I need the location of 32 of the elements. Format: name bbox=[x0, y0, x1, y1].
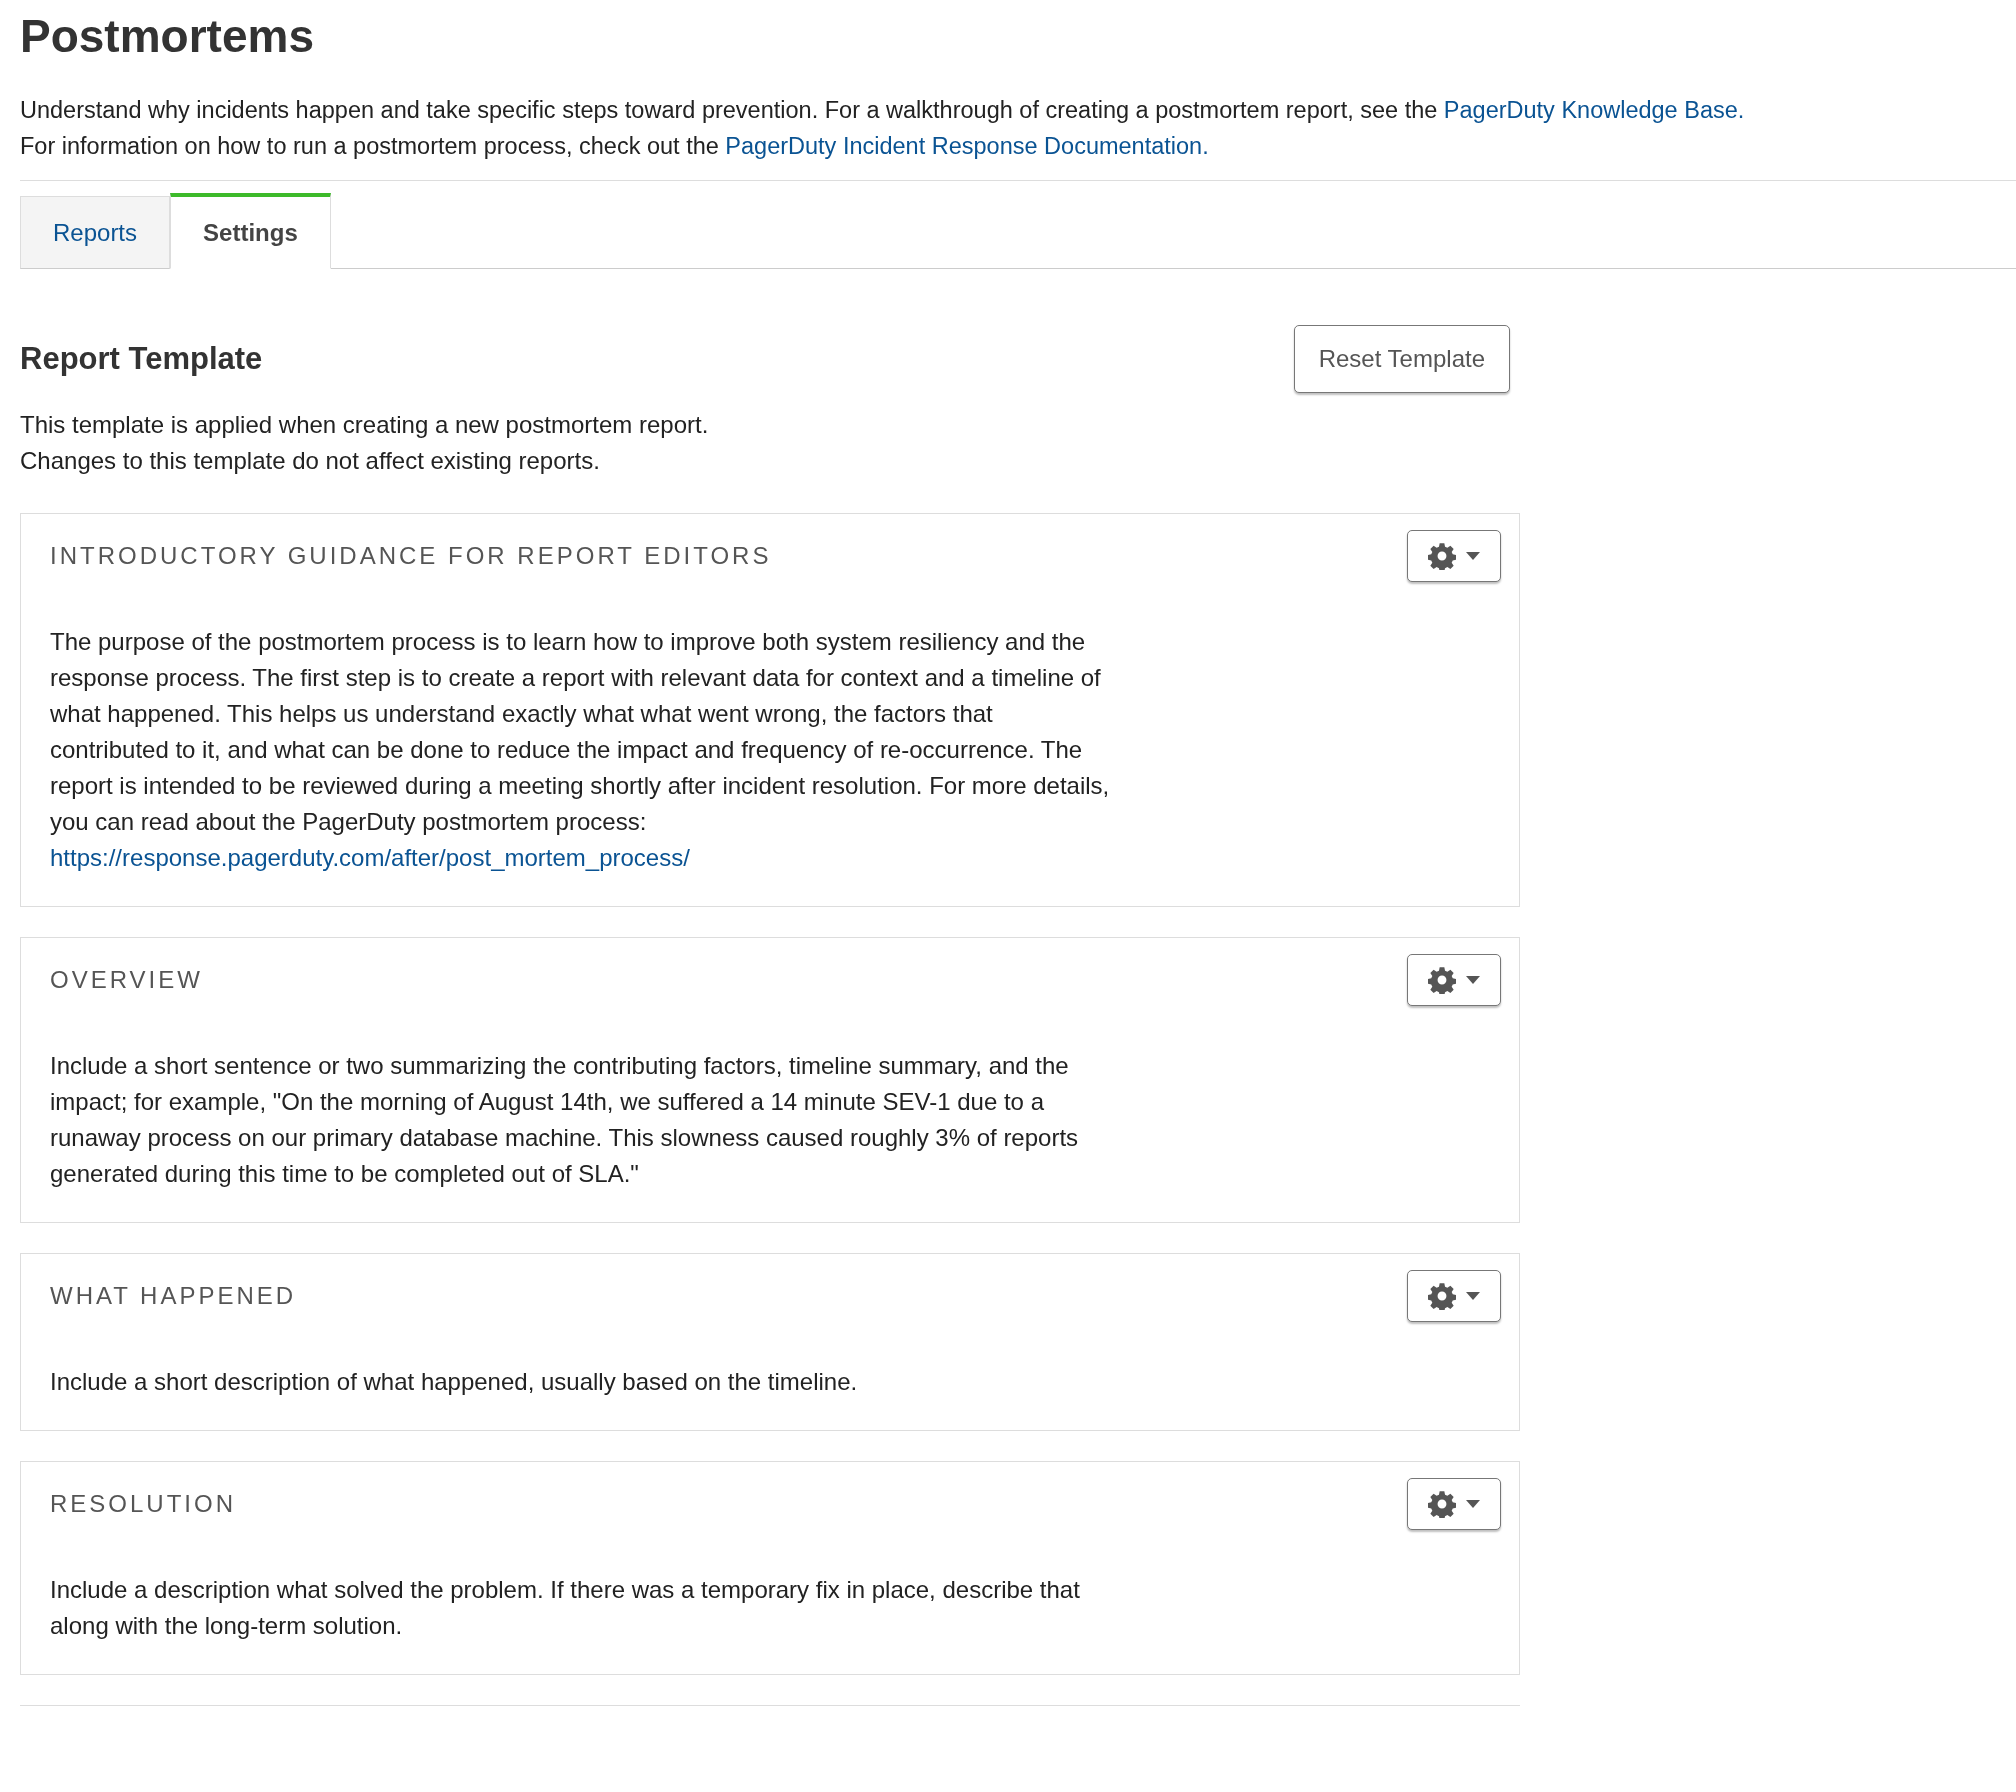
intro-text: For information on how to run a postmortem process, check out the PagerDuty Incident Response Documentation. bbox=[20, 132, 1210, 161]
settings-dropdown-button[interactable] bbox=[1407, 1478, 1501, 1530]
settings-dropdown-button[interactable] bbox=[1407, 954, 1501, 1006]
card-body-text: Include a short description of what happened, usually based on the timeline. bbox=[50, 1367, 859, 1397]
tab[interactable]: Reports bbox=[20, 196, 171, 269]
doc-link[interactable]: PagerDuty Incident Response Documentation. bbox=[725, 133, 1209, 159]
caret-icon bbox=[1466, 1500, 1480, 1508]
card-heading: INTRODUCTORY GUIDANCE FOR REPORT EDITORS bbox=[50, 542, 772, 570]
intro-text: Understand why incidents happen and take specific steps toward prevention. For a walkthrough of creating a postmortem report, see the PagerDuty Knowledge Base. bbox=[20, 96, 1746, 125]
caret-icon bbox=[1466, 1292, 1480, 1300]
description-text: This template is applied when creating a new postmortem report. bbox=[20, 410, 710, 440]
card-body-text: Include a description what solved the problem. If there was a temporary fix in place, describe that along with the long-term solution. bbox=[50, 1575, 1081, 1641]
settings-dropdown-button[interactable] bbox=[1407, 530, 1501, 582]
card-body-text: The purpose of the postmortem process is to learn how to improve both system resiliency and the response process. The first step is to create a report with relevant data for context and a timeline of what happened. This helps us understand exactly what what went wrong, the factors that contributed to it, and what can be done to reduce the impact and frequency of re-occurrence. The report is intended to be reviewed during a meeting shortly after incident resolution. For more details, you can read about the PagerDuty postmortem process: bbox=[50, 627, 1110, 837]
card-heading: WHAT HAPPENED bbox=[50, 1282, 297, 1310]
tab[interactable]: Settings bbox=[170, 193, 331, 269]
card-body-text: Include a short sentence or two summarizing the contributing factors, timeline summary, and the impact; for example, "On the morning of August 14th, we suffered a 14 minute SEV-1 due to a runaway process on our primary database machine. This slowness caused roughly 3% of reports generated during this time to be completed out of SLA." bbox=[50, 1051, 1080, 1189]
description-text: Changes to this template do not affect existing reports. bbox=[20, 446, 601, 476]
settings-icon bbox=[1428, 1282, 1456, 1310]
caret-icon bbox=[1466, 976, 1480, 984]
caret-icon bbox=[1466, 552, 1480, 560]
section-title: Report Template bbox=[20, 341, 263, 377]
settings-icon bbox=[1428, 966, 1456, 994]
settings-icon bbox=[1428, 542, 1456, 570]
card-heading: OVERVIEW bbox=[50, 966, 203, 994]
settings-icon bbox=[1428, 1490, 1456, 1518]
reset-template-button[interactable]: Reset Template bbox=[1293, 325, 1510, 393]
card-heading: RESOLUTION bbox=[50, 1490, 237, 1518]
settings-dropdown-button[interactable] bbox=[1407, 1270, 1501, 1322]
doc-link[interactable]: PagerDuty Knowledge Base. bbox=[1443, 97, 1745, 123]
process-link[interactable]: https://response.pagerduty.com/after/post_mortem_process/ bbox=[50, 840, 690, 876]
page-title: Postmortems bbox=[20, 9, 315, 62]
